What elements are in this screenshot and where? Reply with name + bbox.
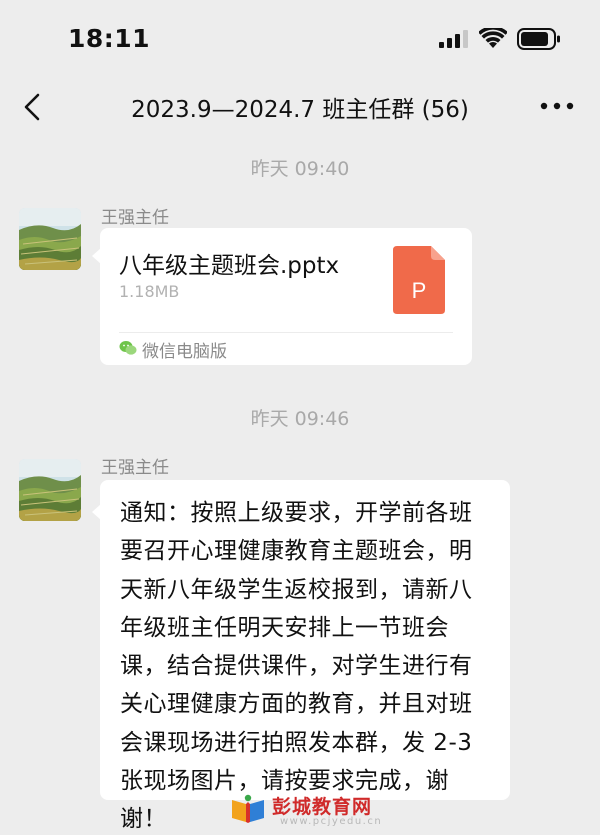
bubble-tail bbox=[92, 504, 101, 520]
status-time: 18:11 bbox=[68, 24, 151, 53]
timestamp-separator: 昨天 09:46 bbox=[250, 408, 350, 430]
watermark-url: www.pcjyedu.cn bbox=[280, 816, 383, 827]
more-options-icon[interactable] bbox=[540, 101, 574, 111]
bubble-tail bbox=[92, 248, 101, 264]
chat-header: 2023.9—2024.7 班主任群 (56) bbox=[0, 78, 600, 136]
sender-avatar[interactable] bbox=[19, 208, 81, 270]
timestamp-separator: 昨天 09:40 bbox=[250, 158, 350, 180]
status-bar: 18:11 bbox=[0, 0, 600, 78]
ppt-file-icon: P bbox=[393, 246, 445, 314]
signal-icon bbox=[439, 30, 468, 48]
file-name: 八年级主题班会.pptx bbox=[119, 253, 340, 279]
message-text: 通知：按照上级要求，开学前各班要召开心理健康教育主题班会，明天新八年级学生返校报… bbox=[120, 500, 473, 833]
sender-name: 王强主任 bbox=[101, 208, 169, 228]
wechat-logo-icon bbox=[119, 341, 137, 355]
wifi-icon bbox=[479, 28, 507, 48]
file-source-label: 微信电脑版 bbox=[142, 342, 227, 362]
landscape-avatar-icon bbox=[19, 459, 81, 521]
sender-name: 王强主任 bbox=[101, 458, 169, 478]
file-message-bubble[interactable]: 八年级主题班会.pptx 1.18MB P 微信电脑版 bbox=[92, 228, 472, 365]
sender-avatar[interactable] bbox=[19, 459, 81, 521]
book-logo-icon bbox=[232, 794, 264, 823]
chat-screen: 18:11 2023.9—2024.7 班主任群 (56) 昨天 09:40 王… bbox=[0, 0, 600, 835]
site-watermark: 彭城教育网 www.pcjyedu.cn bbox=[230, 792, 383, 832]
file-divider bbox=[119, 332, 453, 333]
watermark-title: 彭城教育网 bbox=[272, 796, 373, 818]
file-size: 1.18MB bbox=[119, 282, 180, 301]
text-message-bubble[interactable]: 通知：按照上级要求，开学前各班要召开心理健康教育主题班会，明天新八年级学生返校报… bbox=[92, 480, 510, 832]
battery-icon bbox=[517, 28, 560, 50]
landscape-avatar-icon bbox=[19, 208, 81, 270]
chat-title: 2023.9—2024.7 班主任群 (56) bbox=[131, 97, 469, 123]
ppt-letter: P bbox=[412, 278, 427, 303]
